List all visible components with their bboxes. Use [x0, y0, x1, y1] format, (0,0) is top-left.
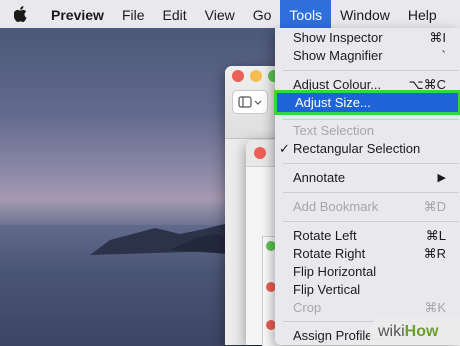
menu-item-annotate[interactable]: Annotate ▶	[275, 169, 460, 187]
menu-separator	[283, 70, 459, 71]
menu-separator	[283, 119, 459, 120]
tools-menu: Show Inspector ⌘I Show Magnifier ` Adjus…	[275, 28, 460, 345]
submenu-arrow-icon: ▶	[437, 172, 446, 184]
menu-item-flip-vertical[interactable]: Flip Vertical	[275, 281, 460, 299]
menu-separator	[283, 163, 459, 164]
sidebar-toggle-button[interactable]	[232, 90, 268, 114]
minimize-button[interactable]	[250, 70, 262, 82]
menu-separator	[283, 221, 459, 222]
menu-item-show-inspector[interactable]: Show Inspector ⌘I	[275, 29, 460, 47]
menu-bar: Preview File Edit View Go Tools Window H…	[0, 0, 460, 28]
menu-item-text-selection[interactable]: Text Selection	[275, 122, 460, 140]
menu-file[interactable]: File	[113, 0, 154, 28]
menu-go[interactable]: Go	[244, 0, 281, 28]
menu-item-add-bookmark[interactable]: Add Bookmark ⌘D	[275, 198, 460, 216]
menu-item-rectangular-selection[interactable]: ✓ Rectangular Selection	[275, 140, 460, 158]
apple-menu-icon[interactable]	[14, 6, 36, 22]
menu-edit[interactable]: Edit	[154, 0, 196, 28]
menu-item-flip-horizontal[interactable]: Flip Horizontal	[275, 263, 460, 281]
menu-app-preview[interactable]: Preview	[42, 0, 113, 28]
menu-item-rotate-left[interactable]: Rotate Left ⌘L	[275, 227, 460, 245]
menu-view[interactable]: View	[196, 0, 244, 28]
menu-item-show-magnifier[interactable]: Show Magnifier `	[275, 47, 460, 65]
menu-tools[interactable]: Tools	[280, 0, 332, 28]
close-button[interactable]	[254, 147, 266, 159]
menu-item-crop[interactable]: Crop ⌘K	[275, 299, 460, 317]
wikihow-logo: wikiHow	[378, 323, 439, 340]
menu-window[interactable]: Window	[331, 0, 399, 28]
close-button[interactable]	[232, 70, 244, 82]
menu-help[interactable]: Help	[399, 0, 446, 28]
menu-separator	[283, 192, 459, 193]
menu-item-adjust-size[interactable]: Adjust Size...	[295, 93, 371, 112]
sidebar-icon	[238, 96, 262, 108]
checkmark-icon: ✓	[279, 141, 290, 156]
menu-item-rotate-right[interactable]: Rotate Right ⌘R	[275, 245, 460, 263]
